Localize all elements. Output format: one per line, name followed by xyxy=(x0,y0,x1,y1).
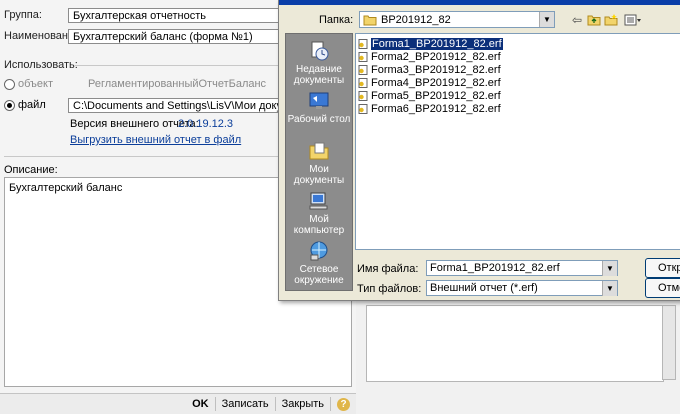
desktop-icon xyxy=(309,92,329,109)
use-label: Использовать: xyxy=(4,59,78,71)
recent-docs-icon xyxy=(311,41,329,61)
ok-button[interactable]: OK xyxy=(192,398,209,410)
form-footer: OK Записать Закрыть ? xyxy=(0,393,356,414)
list-item[interactable]: Forma6_BP201912_82.erf xyxy=(358,102,501,115)
folder-label: Папка: xyxy=(319,14,354,26)
file-radio-label: файл xyxy=(18,99,46,111)
description-label: Описание: xyxy=(4,164,58,176)
background-panel xyxy=(366,305,664,382)
export-report-link[interactable]: Выгрузить внешний отчет в файл xyxy=(70,134,241,146)
network-icon xyxy=(310,241,328,261)
filetype-label: Тип файлов: xyxy=(357,283,422,295)
list-item[interactable]: Forma4_BP201912_82.erf xyxy=(358,76,501,89)
place-network[interactable]: Сетевое окружение xyxy=(286,240,352,286)
up-folder-icon[interactable] xyxy=(586,12,602,27)
file-radio[interactable] xyxy=(4,99,15,111)
my-computer-icon xyxy=(309,192,328,210)
help-icon[interactable]: ? xyxy=(337,397,350,411)
list-item[interactable]: Forma1_BP201912_82.erf xyxy=(358,36,504,51)
erf-file-icon xyxy=(358,51,368,62)
save-button[interactable]: Записать xyxy=(222,398,269,410)
cancel-button[interactable]: Отме xyxy=(645,278,680,298)
erf-file-icon xyxy=(358,103,368,114)
place-desktop[interactable]: Рабочий стол xyxy=(286,90,352,125)
chevron-down-icon[interactable]: ▼ xyxy=(539,12,554,27)
place-my-documents[interactable]: Мои документы xyxy=(286,140,352,186)
footer-separator xyxy=(274,397,276,411)
back-arrow-icon[interactable]: ⇦ xyxy=(569,12,585,27)
erf-file-icon xyxy=(358,90,368,101)
chevron-down-icon[interactable]: ▼ xyxy=(602,281,617,296)
use-row: Использовать: xyxy=(4,59,78,71)
version-value: 2.0.19.12.3 xyxy=(178,118,234,130)
object-radio[interactable] xyxy=(4,78,15,90)
my-documents-icon xyxy=(309,142,329,160)
group-label: Группа: xyxy=(4,9,42,21)
file-radio-row[interactable]: файл xyxy=(4,99,46,111)
place-recent[interactable]: Недавние документы xyxy=(286,40,352,86)
object-radio-row[interactable]: объект xyxy=(4,78,53,90)
chevron-down-icon[interactable]: ▼ xyxy=(602,261,617,276)
folder-value: BP201912_82 xyxy=(381,13,451,26)
erf-file-icon xyxy=(358,64,368,75)
place-my-computer[interactable]: Мой компьютер xyxy=(286,190,352,236)
description-text: Бухгалтерский баланс xyxy=(9,182,123,194)
open-button[interactable]: Откр xyxy=(645,258,680,278)
folder-select[interactable]: BP201912_82 ▼ xyxy=(359,11,555,28)
background-scrollbar[interactable] xyxy=(662,305,676,380)
filename-input[interactable]: Forma1_BP201912_82.erf ▼ xyxy=(426,260,618,276)
place-label: Недавние документы xyxy=(293,64,345,86)
list-item[interactable]: Forma3_BP201912_82.erf xyxy=(358,63,501,76)
folder-icon xyxy=(363,15,377,25)
place-label: Сетевое окружение xyxy=(294,264,344,286)
place-label: Рабочий стол xyxy=(287,114,351,125)
dialog-titlebar[interactable] xyxy=(279,0,680,5)
list-item[interactable]: Forma2_BP201912_82.erf xyxy=(358,50,501,63)
footer-separator xyxy=(330,397,331,411)
place-label: Мой компьютер xyxy=(293,214,345,236)
filetype-value: Внешний отчет (*.erf) xyxy=(430,282,538,294)
object-radio-label: объект xyxy=(18,78,54,90)
view-menu-icon[interactable] xyxy=(622,12,644,27)
filename-value: Forma1_BP201912_82.erf xyxy=(430,262,560,274)
group-row: Группа: xyxy=(4,9,42,21)
object-value: РегламентированныйОтчетБаланс xyxy=(88,78,267,90)
filetype-select[interactable]: Внешний отчет (*.erf) ▼ xyxy=(426,280,618,296)
list-item[interactable]: Forma5_BP201912_82.erf xyxy=(358,89,501,102)
open-file-dialog: Папка: BP201912_82 ▼ ⇦ Недавние документ… xyxy=(278,0,680,301)
place-label: Мои документы xyxy=(293,164,345,186)
file-list[interactable]: Forma1_BP201912_82.erf Forma2_BP201912_8… xyxy=(355,33,680,250)
close-button[interactable]: Закрыть xyxy=(282,398,324,410)
new-folder-icon[interactable] xyxy=(603,12,619,27)
footer-separator xyxy=(214,397,216,411)
erf-file-icon xyxy=(358,38,368,49)
places-bar: Недавние документы Рабочий стол Мои доку… xyxy=(285,33,353,291)
erf-file-icon xyxy=(358,77,368,88)
filename-label: Имя файла: xyxy=(357,263,419,275)
